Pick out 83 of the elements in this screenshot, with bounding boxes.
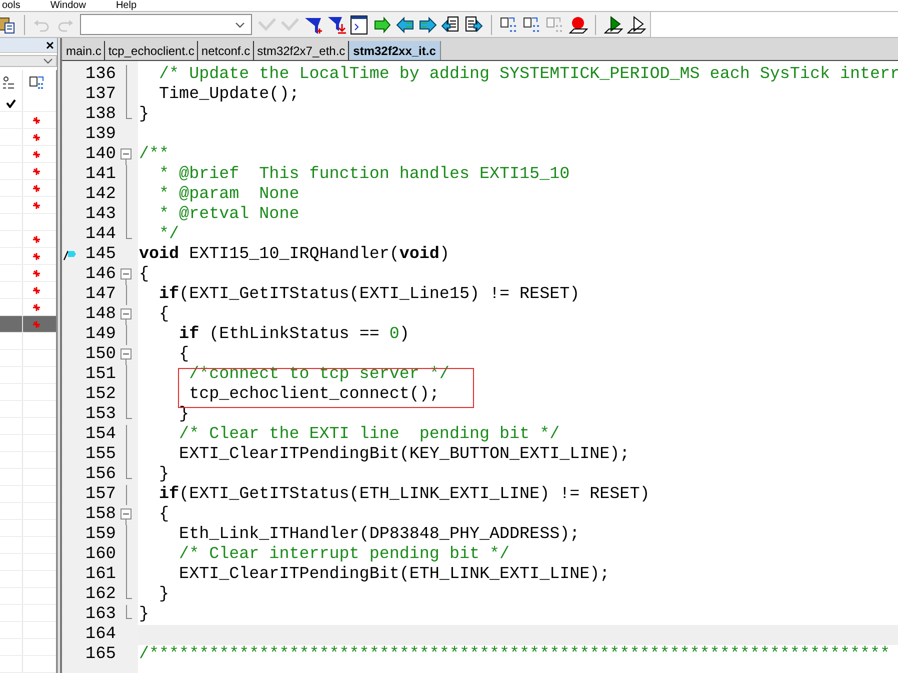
code-line: /* Clear interrupt pending bit */ (178, 545, 510, 564)
line-number: 156 (84, 465, 116, 485)
line-number: 146 (84, 265, 116, 285)
combo-box[interactable] (80, 14, 252, 35)
line-number: 152 (84, 385, 116, 405)
document-arrow-icon[interactable] (464, 14, 484, 34)
line-number: 138 (84, 105, 116, 125)
play-icon[interactable] (603, 14, 623, 34)
line-number: 164 (84, 625, 116, 645)
line-number: 161 (84, 565, 116, 585)
code-line: /** (139, 145, 170, 164)
line-number: 136 (84, 65, 116, 85)
code-line: } (139, 105, 150, 124)
file-tab[interactable]: netconf.c (198, 41, 254, 60)
code-line: { (158, 305, 170, 324)
code-line: * @brief This function handles EXTI15_10 (158, 165, 570, 184)
record-icon[interactable] (568, 14, 588, 34)
line-number: 149 (84, 325, 116, 345)
line-number: 159 (84, 525, 116, 545)
code-line: Time_Update(); (158, 85, 300, 104)
code-line: tcp_echoclient_connect(); (188, 385, 440, 404)
line-number: 155 (84, 445, 116, 465)
line-number: 142 (84, 185, 116, 205)
line-number: 137 (84, 85, 116, 105)
file-tab[interactable]: stm32f2xx_it.c (349, 41, 441, 60)
line-number: 153 (84, 405, 116, 425)
code-line: */ (158, 225, 180, 244)
code-line: if(EXTI_GetITStatus(ETH_LINK_EXTI_LINE) != RESET) (158, 485, 650, 504)
code-line: if(EXTI_GetITStatus(EXTI_Line15) != RESET) (158, 285, 580, 304)
close-button[interactable]: × (46, 38, 54, 52)
list-row[interactable] (0, 95, 56, 112)
line-number: 163 (84, 605, 116, 625)
line-number: 158 (84, 505, 116, 525)
line-number: 148 (84, 305, 116, 325)
code-line: void EXTI15_10_IRQHandler(void) (139, 245, 450, 264)
line-number: 141 (84, 165, 116, 185)
menu-item[interactable]: ools (2, 0, 20, 11)
line-number: 154 (84, 425, 116, 445)
line-number: 165 (84, 645, 116, 665)
line-number: 143 (84, 205, 116, 225)
clipboard-icon[interactable] (0, 14, 17, 34)
caret-icon (235, 22, 245, 28)
column-header-icon[interactable] (28, 74, 44, 90)
line-number: 157 (84, 485, 116, 505)
code-line: /* Clear the EXTI line pending bit */ (178, 425, 560, 444)
code-line: { (178, 345, 190, 364)
funnel-icon[interactable] (326, 14, 346, 34)
line-number: 160 (84, 545, 116, 565)
code-line: { (158, 505, 170, 524)
code-line: } (139, 605, 150, 624)
line-number: 162 (84, 585, 116, 605)
window-icon[interactable] (349, 14, 369, 34)
menu-item[interactable]: Window (50, 0, 86, 11)
line-number: 145 (84, 245, 116, 265)
line-number: 140 (84, 145, 116, 165)
line-number: 150 (84, 345, 116, 365)
play-icon[interactable] (626, 14, 646, 34)
code-line: } (158, 585, 170, 604)
code-editor[interactable] (62, 61, 898, 673)
menu-item[interactable]: Help (116, 0, 137, 11)
arrow-right-icon[interactable] (372, 14, 392, 34)
code-line: EXTI_ClearITPendingBit(ETH_LINK_EXTI_LINE); (178, 565, 610, 584)
code-line: * @param None (158, 185, 300, 204)
arrow-left-icon[interactable] (395, 14, 415, 34)
column-header-icon[interactable] (2, 76, 16, 90)
code-line: } (158, 465, 170, 484)
code-line: EXTI_ClearITPendingBit(KEY_BUTTON_EXTI_LINE); (178, 445, 630, 464)
line-number: 139 (84, 125, 116, 145)
code-line: * @retval None (158, 205, 300, 224)
file-tab[interactable]: main.c (63, 41, 106, 60)
document-arrow-icon[interactable] (441, 14, 461, 34)
caret-icon (43, 58, 53, 64)
binary-icon[interactable] (522, 14, 542, 34)
code-line: { (139, 265, 150, 284)
line-number: 144 (84, 225, 116, 245)
binary-icon[interactable] (499, 14, 519, 34)
code-line: Eth_Link_ITHandler(DP83848_PHY_ADDRESS); (178, 525, 580, 544)
line-number: 147 (84, 285, 116, 305)
code-line: if (EthLinkStatus == 0) (178, 325, 410, 344)
code-line: /************************************************************************** (139, 645, 890, 664)
arrow-right-icon[interactable] (418, 14, 438, 34)
line-number: 151 (84, 365, 116, 385)
file-tab[interactable]: tcp_echoclient.c (105, 41, 198, 60)
